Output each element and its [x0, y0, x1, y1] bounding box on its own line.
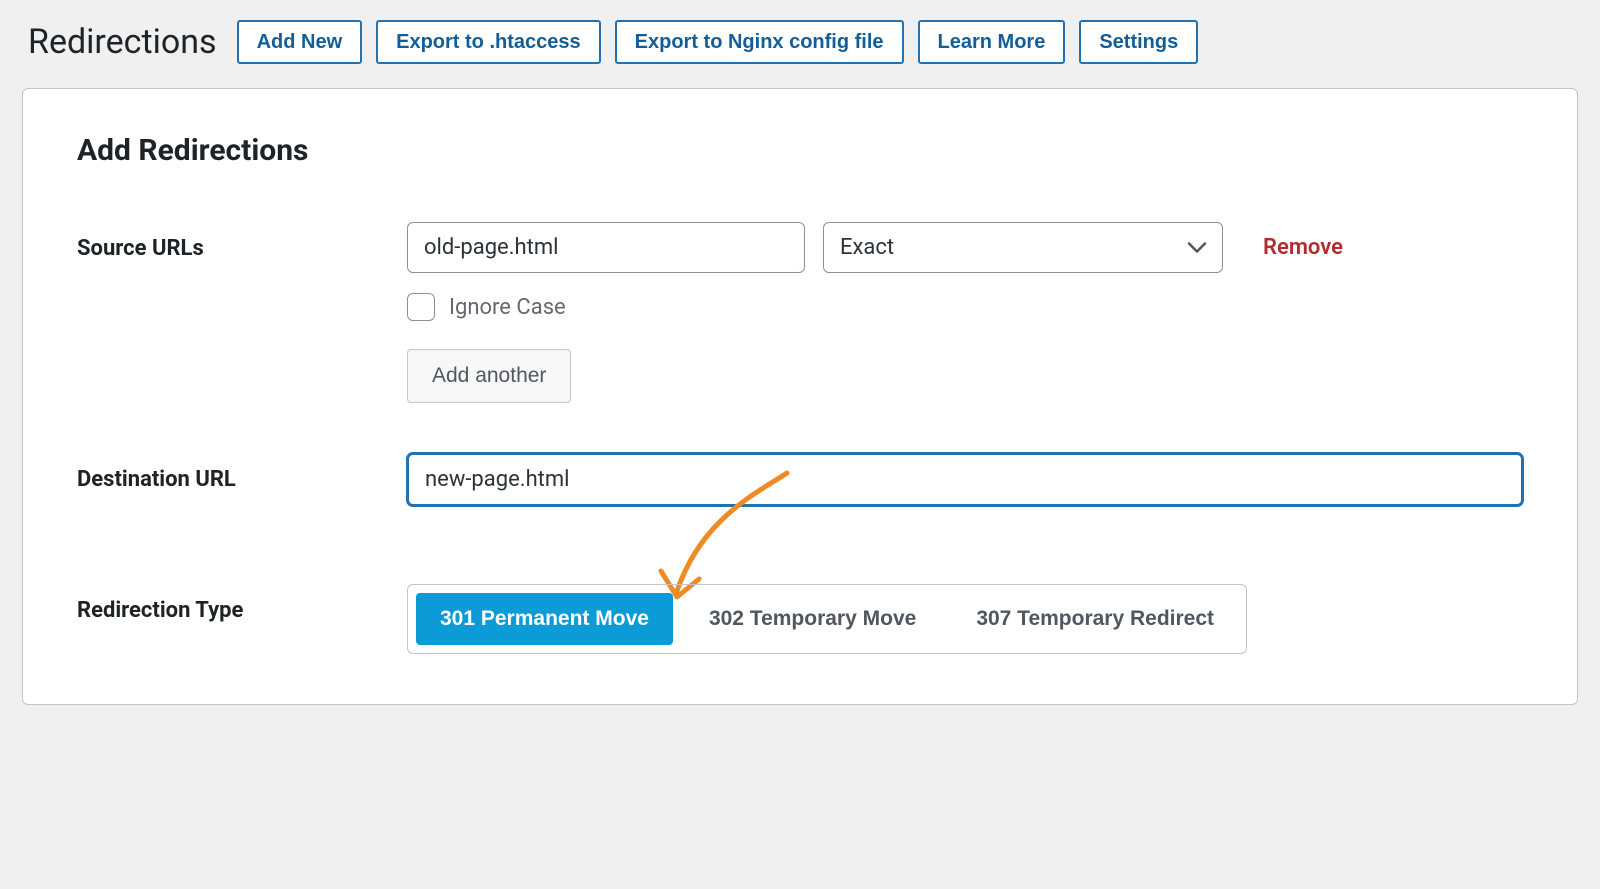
redirect-307-button[interactable]: 307 Temporary Redirect — [952, 593, 1238, 645]
page-title: Redirections — [28, 22, 217, 62]
add-another-button[interactable]: Add another — [407, 349, 571, 403]
destination-url-label: Destination URL — [77, 453, 407, 492]
learn-more-button[interactable]: Learn More — [918, 20, 1066, 64]
remove-source-link[interactable]: Remove — [1263, 235, 1343, 260]
export-nginx-button[interactable]: Export to Nginx config file — [615, 20, 904, 64]
ignore-case-checkbox[interactable] — [407, 293, 435, 321]
destination-url-controls — [407, 453, 1523, 506]
ignore-case-row: Ignore Case — [407, 293, 1523, 321]
export-htaccess-button[interactable]: Export to .htaccess — [376, 20, 601, 64]
redirect-302-button[interactable]: 302 Temporary Move — [685, 593, 940, 645]
source-url-entry: Exact Remove — [407, 222, 1523, 273]
destination-url-input[interactable] — [407, 453, 1523, 506]
match-type-text: Exact — [840, 235, 894, 260]
match-type-select[interactable]: Exact — [823, 222, 1223, 273]
source-url-input[interactable] — [407, 222, 805, 273]
source-urls-row: Source URLs Exact Remove Ignore Case Add — [77, 222, 1523, 403]
add-redirections-panel: Add Redirections Source URLs Exact Remov… — [22, 88, 1578, 705]
panel-title: Add Redirections — [77, 133, 1523, 168]
source-urls-controls: Exact Remove Ignore Case Add another — [407, 222, 1523, 403]
settings-button[interactable]: Settings — [1079, 20, 1198, 64]
destination-url-row: Destination URL — [77, 453, 1523, 506]
redirect-301-button[interactable]: 301 Permanent Move — [416, 593, 673, 645]
redirection-type-label: Redirection Type — [77, 584, 407, 623]
ignore-case-label: Ignore Case — [449, 295, 566, 320]
match-type-value: Exact — [823, 222, 1223, 273]
redirection-type-buttons: 301 Permanent Move 302 Temporary Move 30… — [407, 584, 1247, 654]
page-header: Redirections Add New Export to .htaccess… — [0, 0, 1600, 88]
redirection-type-row: Redirection Type 301 Permanent Move 302 … — [77, 584, 1523, 654]
source-urls-label: Source URLs — [77, 222, 407, 261]
redirection-type-controls: 301 Permanent Move 302 Temporary Move 30… — [407, 584, 1523, 654]
add-new-button[interactable]: Add New — [237, 20, 363, 64]
